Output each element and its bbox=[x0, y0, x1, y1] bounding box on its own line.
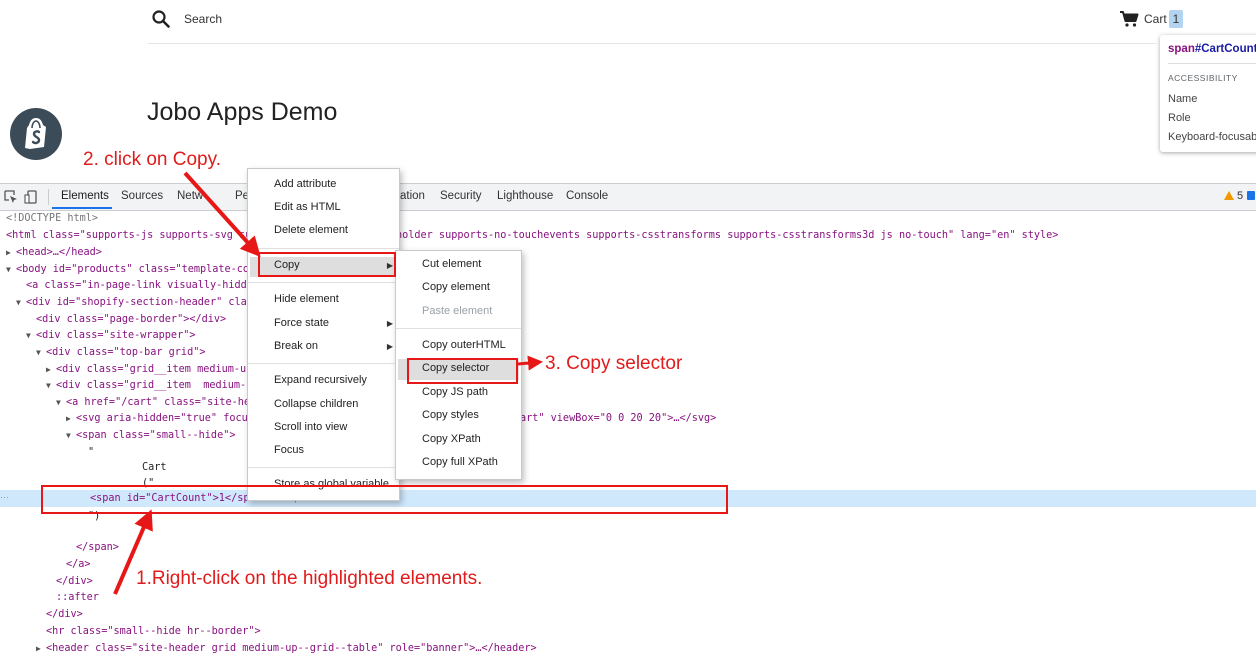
arrow-step-3 bbox=[517, 355, 543, 371]
arrow-step-1 bbox=[113, 509, 153, 595]
arrow-step-2 bbox=[183, 171, 261, 257]
annotation-arrows bbox=[113, 171, 543, 595]
